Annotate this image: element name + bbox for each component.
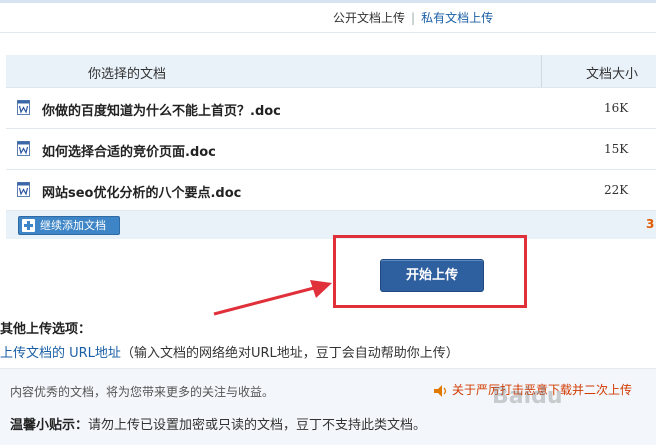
warm-tip: 温馨小贴示：请勿上传已设置加密或只读的文档，豆丁不支持此类文档。 [10, 414, 426, 433]
table-header: 你选择的文档 文档大小 [6, 55, 656, 88]
plus-icon [22, 219, 35, 232]
tip-text: 请勿上传已设置加密或只读的文档，豆丁不支持此类文档。 [88, 418, 427, 433]
speaker-icon [434, 384, 447, 397]
other-upload-options-title: 其他上传选项： [0, 322, 92, 337]
tip-label: 温馨小贴示： [10, 418, 89, 433]
file-size: 16K [604, 101, 629, 115]
column-header-name: 你选择的文档 [88, 67, 167, 82]
word-document-icon [17, 100, 30, 115]
file-name: 网站seo优化分析的八个要点.doc [42, 186, 242, 201]
word-document-icon [17, 182, 30, 197]
add-document-bar: 继续添加文档 3 [6, 211, 656, 239]
column-header-size: 文档大小 [586, 67, 639, 82]
promo-text: 内容优秀的文档，将为您带来更多的关注与收益。 [10, 385, 275, 399]
file-count: 3 [646, 217, 655, 231]
table-row: 如何选择合适的竞价页面.doc 15K [6, 129, 656, 170]
add-more-documents-label: 继续添加文档 [40, 219, 106, 232]
baidu-watermark: Baidu [492, 384, 563, 409]
red-arrow-annotation [213, 280, 332, 316]
word-document-icon [17, 141, 30, 156]
file-size: 15K [604, 142, 629, 156]
file-name: 你做的百度知道为什么不能上首页？.doc [42, 104, 281, 119]
file-name: 如何选择合适的竞价页面.doc [42, 145, 216, 160]
tabs-divider [0, 32, 656, 33]
table-row: 网站seo优化分析的八个要点.doc 22K [6, 170, 656, 211]
url-upload-link[interactable]: 上传文档的 URL地址 [0, 346, 121, 361]
tab-public-upload[interactable]: 公开文档上传 [333, 11, 405, 25]
file-table: 你选择的文档 文档大小 你做的百度知道为什么不能上首页？.doc 16K 如何选… [6, 55, 656, 239]
tab-separator: | [411, 11, 416, 25]
start-upload-button[interactable]: 开始上传 [380, 259, 484, 292]
url-upload-option: 上传文档的 URL地址（输入文档的网络绝对URL地址，豆丁会自动帮助你上传） [0, 342, 459, 361]
upload-tabs: 公开文档上传 | 私有文档上传 [333, 9, 493, 27]
top-border [0, 0, 656, 3]
add-more-documents-button[interactable]: 继续添加文档 [18, 216, 120, 235]
url-upload-description: （输入文档的网络绝对URL地址，豆丁会自动帮助你上传） [120, 346, 459, 361]
table-row: 你做的百度知道为什么不能上首页？.doc 16K [6, 88, 656, 129]
file-size: 22K [604, 183, 629, 197]
tab-private-upload[interactable]: 私有文档上传 [421, 11, 493, 25]
column-divider [541, 55, 542, 87]
